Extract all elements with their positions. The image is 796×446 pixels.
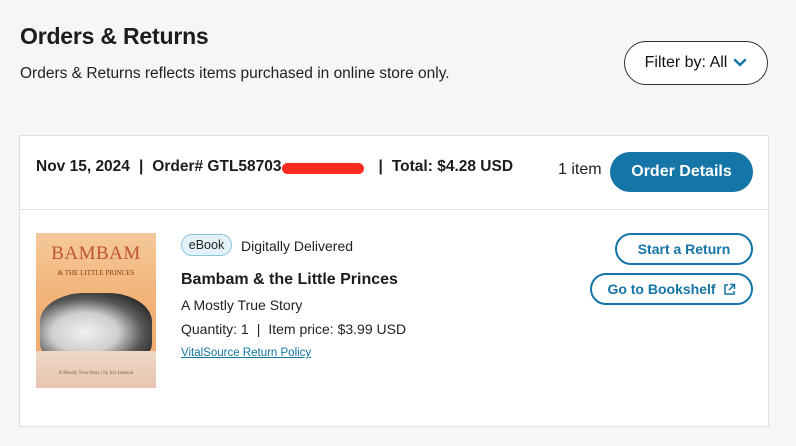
item-price: Item price: $3.99 USD <box>268 321 407 337</box>
order-date: Nov 15, 2024 <box>36 158 130 175</box>
filter-dropdown[interactable]: Filter by: All <box>624 41 768 85</box>
separator: | <box>138 158 144 175</box>
redaction-mark <box>281 162 364 174</box>
order-details-button[interactable]: Order Details <box>610 152 753 192</box>
page-title: Orders & Returns <box>20 23 209 49</box>
cover-title: BAMBAM <box>51 243 141 264</box>
item-subtitle: A Mostly True Story <box>181 297 303 313</box>
cover-subtitle: & THE LITTLE PRINCES <box>57 269 135 277</box>
item-quantity-price: Quantity: 1 | Item price: $3.99 USD <box>181 321 406 337</box>
order-summary: Nov 15, 2024 | Order# GTL58703 | Total: … <box>36 158 513 176</box>
book-cover[interactable]: BAMBAM & THE LITTLE PRINCES A Mostly Tru… <box>36 233 156 388</box>
cover-blanket <box>36 351 156 388</box>
separator: | <box>378 158 383 175</box>
order-card: Nov 15, 2024 | Order# GTL58703 | Total: … <box>19 135 769 427</box>
delivery-status: Digitally Delivered <box>241 238 354 254</box>
item-count: 1 item <box>558 161 602 178</box>
go-to-bookshelf-button[interactable]: Go to Bookshelf <box>590 273 753 305</box>
item-quantity: Quantity: 1 <box>181 321 249 337</box>
start-return-button[interactable]: Start a Return <box>615 233 753 265</box>
page-subtitle: Orders & Returns reflects items purchase… <box>20 65 450 82</box>
chevron-down-icon <box>733 58 747 68</box>
cover-footer: A Mostly True Story | by Iris Jackson <box>58 371 134 376</box>
return-policy-link[interactable]: VitalSource Return Policy <box>181 347 311 359</box>
item-title: Bambam & the Little Princes <box>181 271 398 288</box>
bookshelf-button-label: Go to Bookshelf <box>607 281 716 297</box>
filter-label: Filter by: All <box>644 54 728 71</box>
external-link-icon <box>723 283 736 296</box>
order-number: Order# GTL58703 <box>152 158 282 175</box>
format-badge: eBook <box>181 234 232 256</box>
separator: | <box>256 321 261 337</box>
order-header: Nov 15, 2024 | Order# GTL58703 | Total: … <box>20 136 768 210</box>
order-total: Total: $4.28 USD <box>391 158 514 175</box>
